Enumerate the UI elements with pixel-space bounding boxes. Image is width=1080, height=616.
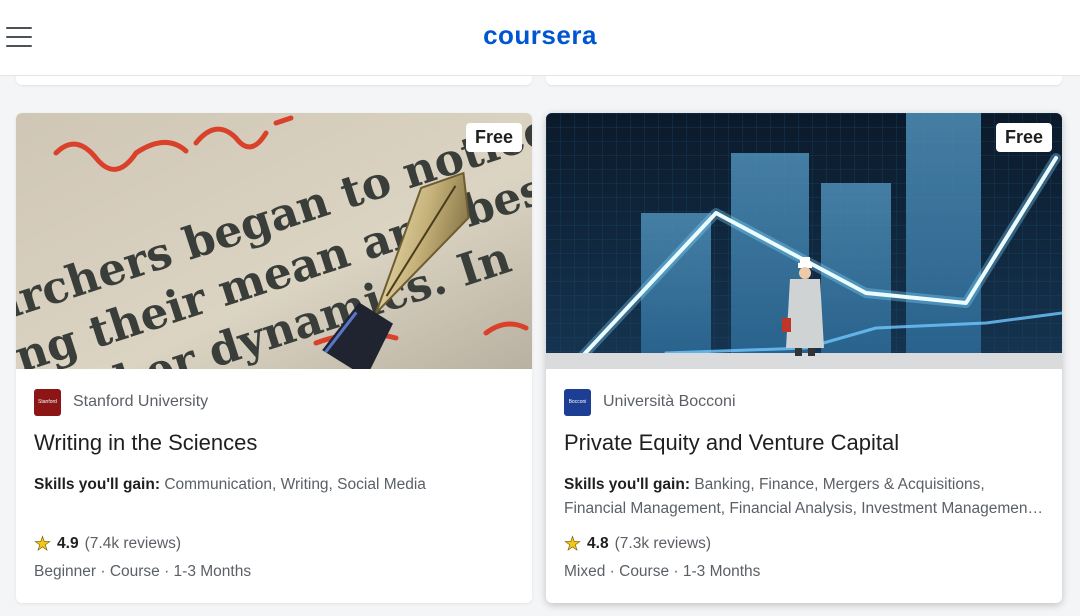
- free-badge: Free: [995, 123, 1052, 152]
- star-icon: ★: [34, 533, 52, 555]
- skills: Skills you'll gain: Communication, Writi…: [34, 473, 514, 497]
- rating-value: 4.8: [587, 535, 609, 552]
- rating-value: 4.9: [57, 535, 79, 552]
- course-details: Beginner · Course · 1-3 Months: [34, 563, 252, 580]
- course-card[interactable]: archers began to notice ing their mean a…: [16, 113, 532, 603]
- course-title[interactable]: Private Equity and Venture Capital: [564, 429, 1044, 457]
- previous-card-edge: [546, 76, 1062, 85]
- course-thumbnail: Free: [546, 113, 1062, 369]
- course-details: Mixed · Course · 1-3 Months: [564, 563, 761, 580]
- rating-row: ★ 4.8 (7.3k reviews): [564, 531, 1044, 557]
- course-title[interactable]: Writing in the Sciences: [34, 429, 514, 457]
- skills-list: Communication, Writing, Social Media: [164, 476, 426, 493]
- course-card[interactable]: Free Bocconi Università Bocconi Private …: [546, 113, 1062, 603]
- skills: Skills you'll gain: Banking, Finance, Me…: [564, 473, 1044, 521]
- free-badge: Free: [465, 123, 522, 152]
- top-header: coursera: [0, 0, 1080, 76]
- partner-name: Università Bocconi: [603, 393, 736, 410]
- rating-row: ★ 4.9 (7.4k reviews): [34, 531, 514, 557]
- review-count: (7.3k reviews): [614, 535, 712, 552]
- stanford-logo: Stanford: [34, 388, 61, 416]
- partner-row: Stanford Stanford University: [34, 388, 514, 416]
- review-count: (7.4k reviews): [84, 535, 182, 552]
- previous-card-edge: [16, 76, 532, 85]
- partner-row: Bocconi Università Bocconi: [564, 388, 1044, 416]
- coursera-logo[interactable]: coursera: [0, 20, 1080, 51]
- bocconi-logo: Bocconi: [564, 388, 591, 416]
- star-icon: ★: [564, 533, 582, 555]
- course-thumbnail: archers began to notice ing their mean a…: [16, 113, 532, 369]
- partner-name: Stanford University: [73, 393, 209, 410]
- skills-label: Skills you'll gain:: [564, 476, 690, 493]
- skills-label: Skills you'll gain:: [34, 476, 160, 493]
